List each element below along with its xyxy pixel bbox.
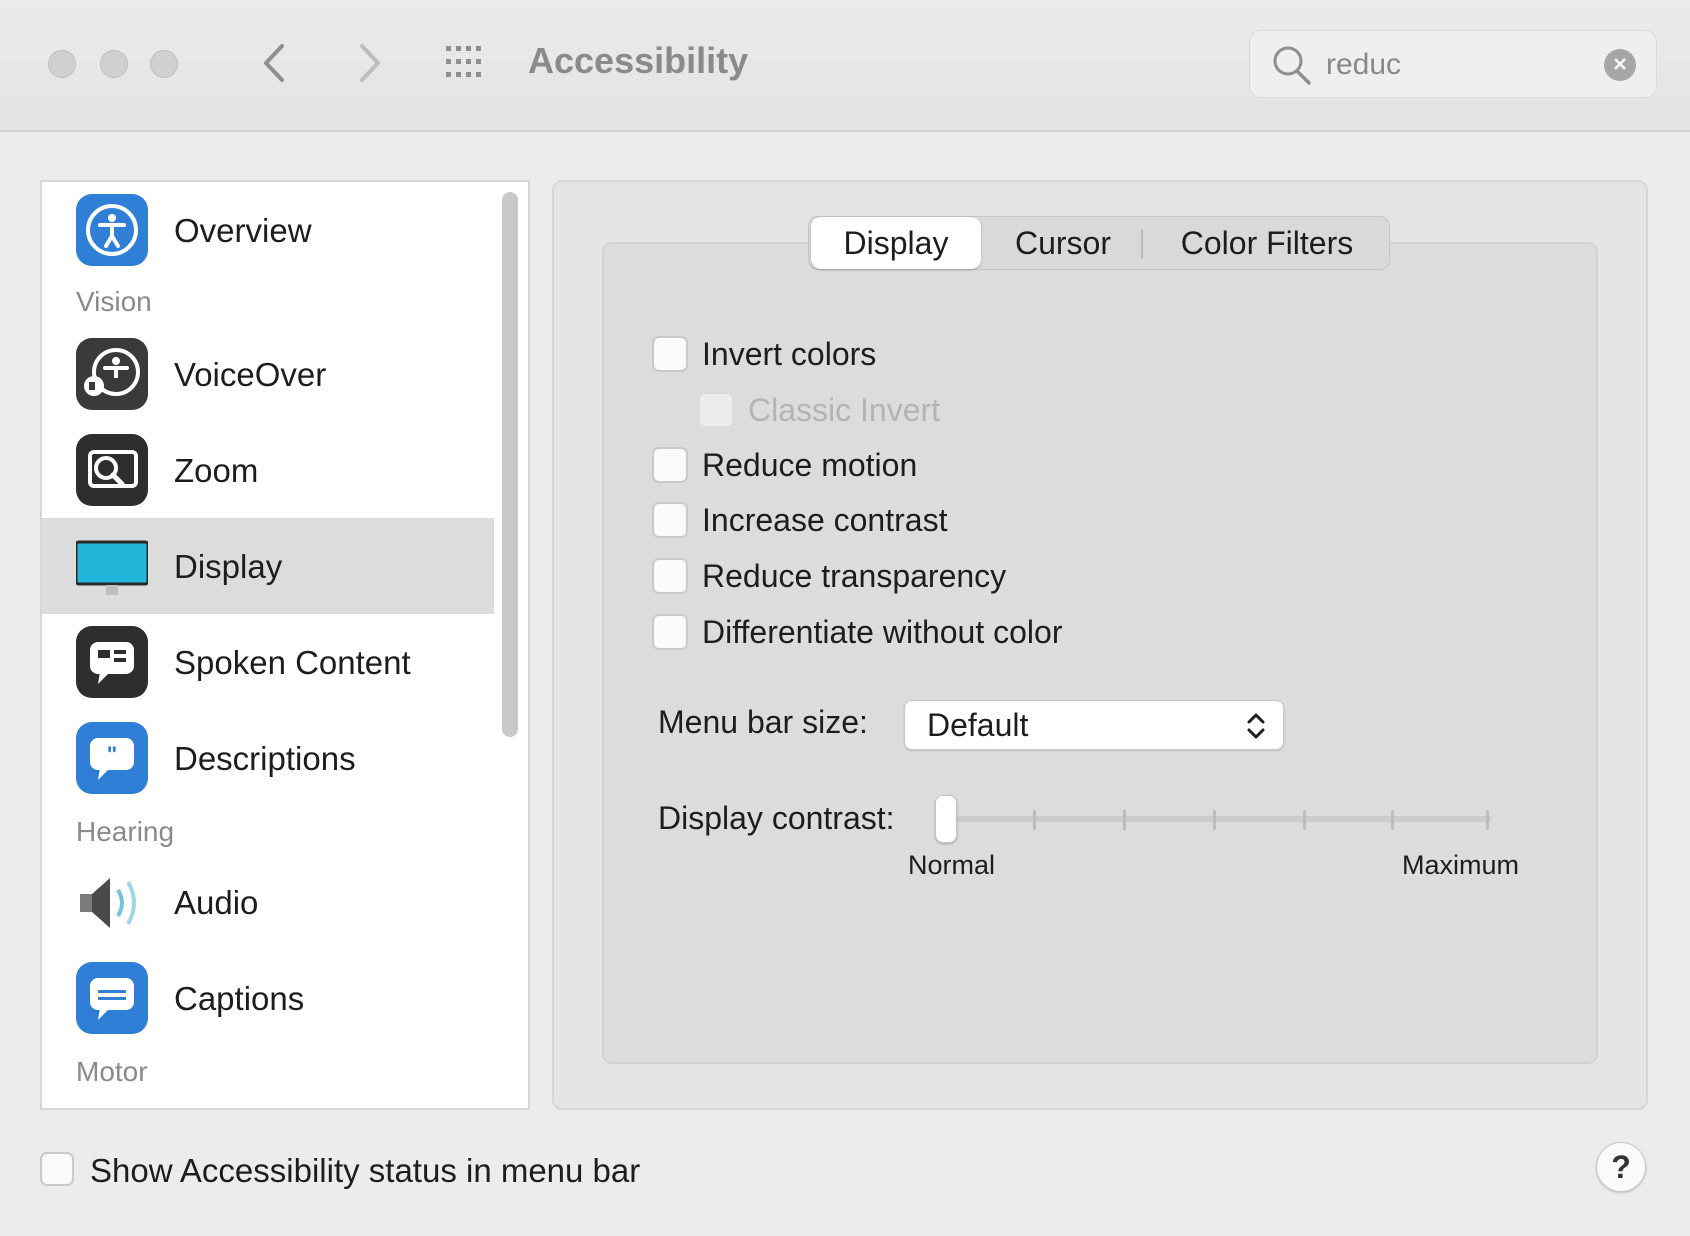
sidebar-item-captions[interactable]: Captions	[42, 950, 494, 1046]
slider-tick	[1123, 810, 1126, 830]
slider-tick	[1391, 810, 1394, 830]
display-icon	[74, 530, 150, 602]
sidebar: Overview Vision VoiceOver Zoom Display S…	[40, 180, 530, 1110]
sidebar-item-overview[interactable]: Overview	[42, 182, 494, 278]
zoom-icon	[76, 434, 148, 506]
tab-color-filters[interactable]: Color Filters	[1145, 217, 1389, 269]
reduce-motion-checkbox[interactable]	[652, 447, 688, 483]
clear-search-icon[interactable]: ×	[1604, 49, 1636, 81]
accessibility-icon	[76, 194, 148, 266]
captions-icon	[76, 962, 148, 1034]
slider-min-label: Normal	[908, 850, 996, 880]
slider-tick	[1486, 810, 1489, 830]
display-contrast-label: Display contrast:	[658, 800, 895, 836]
descriptions-icon: "	[76, 722, 148, 794]
reduce-transparency-label: Reduce transparency	[702, 558, 1007, 594]
zoom-window-button[interactable]	[150, 50, 178, 78]
tab-separator	[1141, 229, 1143, 259]
sidebar-item-label: Zoom	[174, 452, 259, 489]
svg-text:": "	[107, 742, 117, 767]
menu-bar-size-label: Menu bar size:	[658, 704, 868, 740]
differentiate-without-color-checkbox[interactable]	[652, 614, 688, 650]
minimize-window-button[interactable]	[100, 50, 128, 78]
close-window-button[interactable]	[48, 50, 76, 78]
tab-bar: Display Cursor Color Filters	[808, 216, 1390, 270]
sidebar-item-voiceover[interactable]: VoiceOver	[42, 326, 494, 422]
show-status-label: Show Accessibility status in menu bar	[90, 1152, 641, 1189]
search-icon	[1273, 46, 1311, 85]
slider-max-label: Maximum	[1402, 850, 1520, 880]
classic-invert-label: Classic Invert	[748, 392, 941, 428]
reduce-motion-label: Reduce motion	[702, 447, 918, 483]
window-title: Accessibility	[528, 40, 749, 81]
section-header-motor: Motor	[76, 1056, 148, 1087]
show-all-button[interactable]	[444, 44, 488, 80]
increase-contrast-checkbox[interactable]	[652, 502, 688, 538]
sidebar-item-label: Audio	[174, 884, 259, 921]
spoken-content-icon	[76, 626, 148, 698]
menu-bar-size-value: Default	[927, 707, 1029, 743]
invert-colors-label: Invert colors	[702, 336, 877, 372]
increase-contrast-label: Increase contrast	[702, 502, 948, 538]
sidebar-item-display[interactable]: Display	[42, 518, 494, 614]
sidebar-item-audio[interactable]: Audio	[42, 854, 494, 950]
display-contrast-knob[interactable]	[935, 795, 957, 843]
grid-icon	[446, 46, 481, 77]
sidebar-scrollbar[interactable]	[502, 192, 518, 737]
sidebar-item-label: Descriptions	[174, 740, 356, 777]
chevron-updown-icon	[1247, 713, 1265, 739]
sidebar-item-label: Display	[174, 548, 283, 585]
sidebar-item-label: Spoken Content	[174, 644, 411, 681]
menu-bar-size-popup[interactable]: Default	[904, 700, 1284, 750]
voiceover-icon	[76, 338, 148, 410]
forward-button[interactable]	[348, 38, 388, 88]
show-status-checkbox[interactable]	[40, 1152, 74, 1186]
tab-cursor[interactable]: Cursor	[985, 217, 1141, 269]
preferences-window: Accessibility × Overview	[0, 0, 1690, 1236]
tab-display[interactable]: Display	[811, 217, 981, 269]
search-field[interactable]: ×	[1249, 30, 1657, 98]
differentiate-without-color-label: Differentiate without color	[702, 614, 1063, 650]
classic-invert-checkbox	[698, 392, 734, 428]
sidebar-item-label: Captions	[174, 980, 305, 1017]
help-button[interactable]: ?	[1596, 1142, 1646, 1192]
title-bar: Accessibility ×	[0, 0, 1690, 132]
speaker-icon	[76, 866, 148, 938]
chevron-left-icon	[264, 44, 284, 82]
display-contrast-slider[interactable]	[946, 816, 1492, 822]
sidebar-item-descriptions[interactable]: " Descriptions	[42, 710, 494, 806]
reduce-transparency-checkbox[interactable]	[652, 558, 688, 594]
slider-tick	[1033, 810, 1036, 830]
sidebar-item-spoken-content[interactable]: Spoken Content	[42, 614, 494, 710]
section-header-vision: Vision	[76, 286, 152, 317]
sidebar-item-zoom[interactable]: Zoom	[42, 422, 494, 518]
section-header-hearing: Hearing	[76, 816, 175, 847]
search-input[interactable]	[1326, 43, 1576, 87]
sidebar-item-label: VoiceOver	[174, 356, 327, 393]
chevron-right-icon	[360, 44, 380, 82]
slider-tick	[1213, 810, 1216, 830]
slider-tick	[1303, 810, 1306, 830]
sidebar-item-label: Overview	[174, 212, 312, 249]
back-button[interactable]	[256, 38, 296, 88]
invert-colors-checkbox[interactable]	[652, 336, 688, 372]
